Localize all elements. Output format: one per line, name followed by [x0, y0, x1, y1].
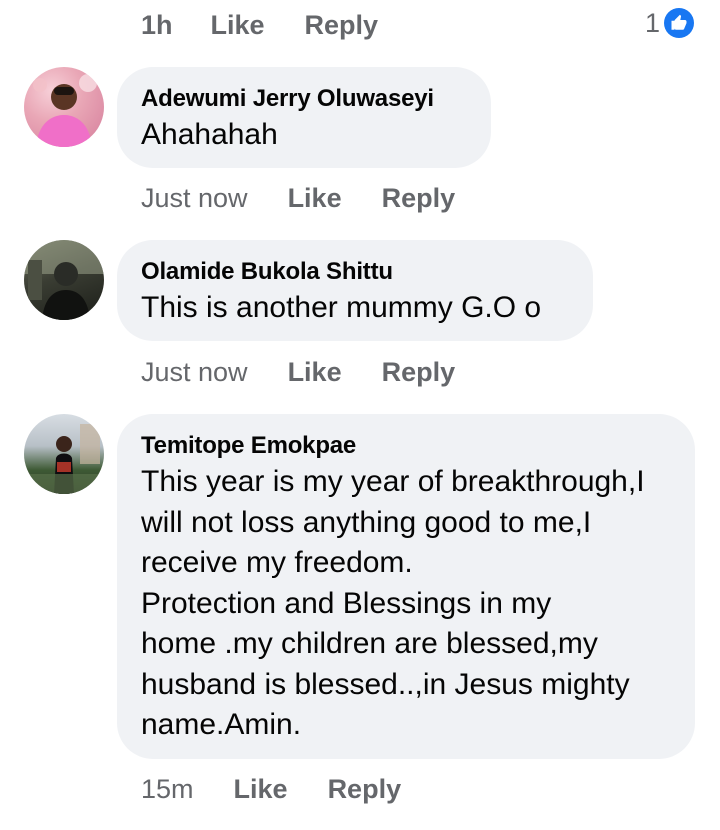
comment-bubble[interactable]: Olamide Bukola Shittu This is another mu…	[117, 240, 593, 341]
comment-text: This is another mummy G.O o	[141, 291, 542, 324]
comment-timestamp: Just now	[141, 182, 248, 213]
reaction-count: 1	[644, 7, 660, 38]
like-button[interactable]: Like	[234, 774, 288, 805]
comment-bubble[interactable]: Temitope Emokpae This year is my year of…	[117, 414, 695, 759]
comment-bubble[interactable]: Adewumi Jerry Oluwaseyi Ahahahah	[117, 67, 491, 168]
like-button[interactable]: Like	[211, 10, 265, 41]
comment-actions-top: 1h Like Reply	[141, 5, 378, 45]
comment-timestamp: 15m	[141, 773, 194, 804]
avatar[interactable]	[24, 414, 104, 494]
comment-actions: Just now Like Reply	[141, 352, 455, 392]
avatar[interactable]	[24, 240, 104, 320]
comment-author[interactable]: Adewumi Jerry Oluwaseyi	[141, 83, 467, 115]
comment-author[interactable]: Olamide Bukola Shittu	[141, 256, 569, 288]
comment-author[interactable]: Temitope Emokpae	[141, 430, 671, 462]
reply-button[interactable]: Reply	[382, 357, 456, 388]
comment-timestamp: Just now	[141, 356, 248, 387]
like-button[interactable]: Like	[288, 357, 342, 388]
like-button[interactable]: Like	[288, 183, 342, 214]
comment-text: This year is my year of breakthrough,I w…	[141, 465, 645, 741]
comment-actions: 15m Like Reply	[141, 769, 401, 809]
comment-timestamp: 1h	[141, 9, 173, 40]
reply-button[interactable]: Reply	[328, 774, 402, 805]
reaction-summary[interactable]: 1	[645, 5, 694, 41]
reply-button[interactable]: Reply	[382, 183, 456, 214]
avatar[interactable]	[24, 67, 104, 147]
thumbs-up-icon	[664, 8, 694, 38]
comment-text: Ahahahah	[141, 118, 278, 151]
comment-actions: Just now Like Reply	[141, 178, 455, 218]
reply-button[interactable]: Reply	[305, 10, 379, 41]
